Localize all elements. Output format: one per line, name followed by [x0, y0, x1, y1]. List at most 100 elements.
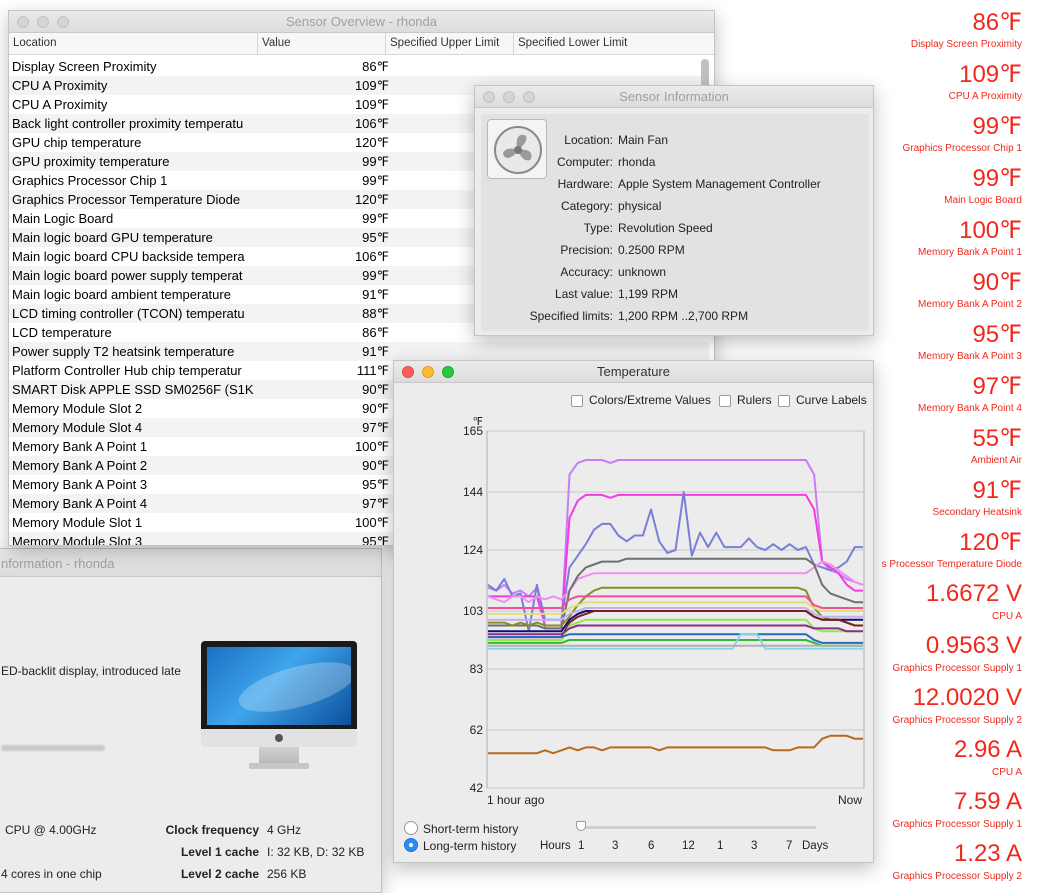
reading-value: 2.96 A [953, 736, 1022, 763]
value-cell: 109℉ [354, 97, 389, 112]
titlebar[interactable]: nformation - rhonda [0, 549, 381, 577]
checkbox-icon[interactable] [719, 394, 731, 407]
sensor-readings-column: 86℉ Display Screen Proximity 109℉ CPU A Pro… [860, 0, 1038, 888]
temperature-window: Temperature Colors/Extreme Values Rulers… [393, 360, 874, 863]
scale-tick: 12 [682, 840, 695, 852]
titlebar[interactable]: Temperature [394, 361, 873, 383]
scale-tick: Days [802, 840, 829, 852]
reading-value: 99℉ [972, 165, 1022, 192]
info-field-value: 0.2500 RPM [618, 243, 685, 257]
value-cell: 111℉ [356, 363, 389, 378]
scale-tick: 7 [786, 840, 793, 852]
reading-label: Main Logic Board [944, 195, 1022, 206]
reading-label: Ambient Air [970, 455, 1022, 466]
location-cell: Memory Bank A Point 2 [12, 458, 148, 473]
reading-value: 55℉ [972, 425, 1022, 452]
window-title: nformation - rhonda [1, 556, 115, 571]
column-header-value[interactable]: Value [257, 33, 385, 55]
history-slider-knob[interactable] [576, 821, 586, 831]
value-cell: 95℉ [362, 477, 389, 492]
reading-value: 7.59 A [953, 788, 1022, 815]
info-field-label: Accuracy: [560, 265, 613, 279]
reading-value: 120℉ [959, 529, 1022, 556]
info-field-value: Apple System Management Controller [618, 177, 821, 191]
location-cell: SMART Disk APPLE SSD SM0256F (S1K [12, 382, 254, 397]
y-tick-label: 103 [463, 604, 483, 618]
level1-cache-label: Level 1 cache [180, 845, 259, 859]
short-term-label[interactable]: Short-term history [423, 822, 518, 836]
value-cell: 99℉ [362, 211, 389, 226]
value-cell: 86℉ [362, 325, 389, 340]
option-rulers[interactable]: Rulers [719, 393, 772, 407]
reading-label: Memory Bank A Point 3 [918, 351, 1022, 362]
window-title: Sensor Overview - rhonda [285, 14, 437, 29]
reading-value: 86℉ [972, 9, 1022, 36]
option-label: Curve Labels [796, 393, 867, 407]
column-header-location[interactable]: Location [9, 33, 257, 55]
scale-tick: 6 [648, 840, 655, 852]
titlebar[interactable]: Sensor Overview - rhonda [9, 11, 714, 33]
info-field-label: Precision: [560, 243, 613, 257]
location-cell: Memory Module Slot 2 [12, 401, 143, 416]
titlebar[interactable]: Sensor Information [475, 86, 873, 108]
info-field-label: Last value: [554, 287, 613, 301]
reading-value: 0.9563 V [925, 632, 1022, 659]
column-header-lower-limit[interactable]: Specified Lower Limit [513, 33, 714, 55]
location-cell: Display Screen Proximity [12, 59, 157, 74]
value-cell: 91℉ [362, 344, 389, 359]
info-field-value: rhonda [618, 155, 656, 169]
value-cell: 86℉ [362, 59, 389, 74]
value-cell: 120℉ [354, 135, 389, 150]
info-field-label: Specified limits: [529, 309, 613, 323]
location-cell: Graphics Processor Chip 1 [12, 173, 168, 188]
info-field-label: Computer: [556, 155, 613, 169]
value-cell: 106℉ [354, 249, 389, 264]
location-cell: GPU chip temperature [12, 135, 142, 150]
history-slider-track[interactable] [580, 826, 816, 829]
reading-label: Memory Bank A Point 4 [918, 403, 1022, 414]
info-field-label: Category: [560, 199, 613, 213]
value-cell: 99℉ [362, 173, 389, 188]
option-label: Colors/Extreme Values [589, 393, 711, 407]
location-cell: Back light controller proximity temperat… [12, 116, 244, 131]
table-row[interactable]: Power supply T2 heatsink temperature 91℉ [9, 342, 709, 361]
reading-label: Memory Bank A Point 2 [918, 299, 1022, 310]
location-cell: Memory Bank A Point 4 [12, 496, 148, 511]
info-field-value: 1,199 RPM [618, 287, 679, 301]
location-cell: LCD timing controller (TCON) temperatu [12, 306, 245, 321]
location-cell: CPU A Proximity [12, 97, 108, 112]
long-term-radio[interactable] [404, 838, 418, 852]
column-header-upper-limit[interactable]: Specified Upper Limit [385, 33, 513, 55]
location-cell: Main logic board power supply temperat [12, 268, 243, 283]
option-colors-extreme[interactable]: Colors/Extreme Values [571, 393, 711, 407]
table-row[interactable]: Display Screen Proximity 86℉ [9, 57, 709, 76]
long-term-label[interactable]: Long-term history [423, 839, 516, 853]
reading-label: Graphics Processor Supply 2 [892, 715, 1022, 726]
location-cell: Memory Module Slot 4 [12, 420, 143, 435]
value-cell: 109℉ [354, 78, 389, 93]
reading-label: CPU A [991, 611, 1022, 622]
reading-label: Display Screen Proximity [910, 39, 1022, 50]
scale-tick: 1 [717, 840, 724, 852]
clock-frequency-label: Clock frequency [165, 823, 259, 837]
location-cell: GPU proximity temperature [12, 154, 170, 169]
reading-value: 90℉ [972, 269, 1022, 296]
value-cell: 100℉ [354, 439, 389, 454]
checkbox-icon[interactable] [571, 394, 583, 407]
checkbox-icon[interactable] [778, 394, 790, 407]
location-cell: Memory Module Slot 1 [12, 515, 143, 530]
level2-cache-value: 256 KB [267, 867, 307, 881]
serial-number-blurred [1, 745, 105, 751]
window-title: Temperature [597, 364, 670, 379]
info-field-value: Main Fan [618, 133, 669, 147]
option-curve-labels[interactable]: Curve Labels [778, 393, 867, 407]
location-cell: Memory Module Slot 3 [12, 534, 143, 546]
info-field-value: 1,200 RPM ..2,700 RPM [618, 309, 749, 323]
value-cell: 95℉ [362, 534, 389, 546]
y-tick-label: 83 [470, 662, 484, 676]
short-term-radio[interactable] [404, 821, 418, 835]
info-field-label: Type: [583, 221, 613, 235]
value-cell: 90℉ [362, 401, 389, 416]
reading-label: CPU A Proximity [948, 91, 1022, 102]
temperature-chart: 426283103124144165℉1 hour ago Now [463, 416, 865, 807]
